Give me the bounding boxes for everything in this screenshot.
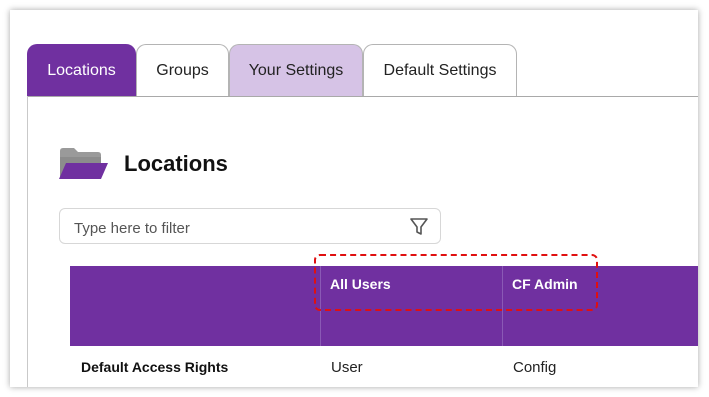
filter-box bbox=[59, 208, 441, 244]
column-header-cf-admin[interactable]: CF Admin bbox=[512, 276, 578, 292]
tab-label: Locations bbox=[47, 61, 116, 79]
column-header-all-users[interactable]: All Users bbox=[330, 276, 391, 292]
page-title: Locations bbox=[124, 151, 228, 176]
tab-bar: Locations Groups Your Settings Default S… bbox=[27, 44, 698, 98]
tab-default-settings[interactable]: Default Settings bbox=[363, 44, 517, 96]
panel-border bbox=[27, 96, 28, 387]
tab-label: Your Settings bbox=[248, 61, 344, 79]
page-header: Locations bbox=[58, 146, 228, 182]
column-divider bbox=[320, 266, 321, 346]
funnel-icon[interactable] bbox=[410, 217, 428, 237]
tab-locations[interactable]: Locations bbox=[27, 44, 136, 96]
tab-label: Default Settings bbox=[383, 61, 497, 79]
filter-input[interactable] bbox=[72, 216, 396, 240]
table-header: All Users CF Admin bbox=[70, 266, 698, 346]
app-window: Locations Groups Your Settings Default S… bbox=[10, 10, 698, 387]
tab-groups[interactable]: Groups bbox=[136, 44, 229, 96]
folder-icon bbox=[58, 147, 110, 181]
row-label-default-access-rights: Default Access Rights bbox=[81, 359, 229, 375]
tab-divider bbox=[27, 96, 698, 97]
tab-label: Groups bbox=[156, 61, 209, 79]
tab-your-settings[interactable]: Your Settings bbox=[229, 44, 363, 96]
column-divider bbox=[502, 266, 503, 346]
cell-cf-admin[interactable]: Config bbox=[513, 359, 556, 376]
cell-all-users[interactable]: User bbox=[331, 359, 363, 376]
